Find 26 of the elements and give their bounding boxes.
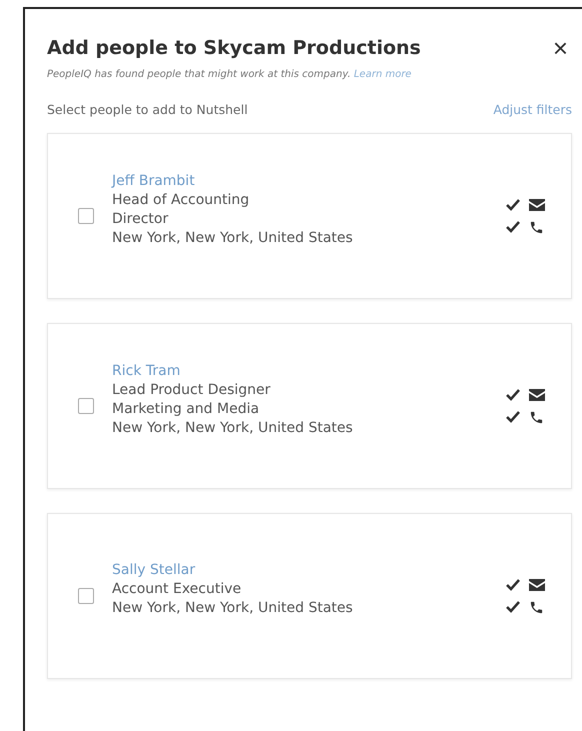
adjust-filters-link[interactable]: Adjust filters: [493, 102, 572, 117]
phone-icon: [529, 220, 544, 234]
person-name-link[interactable]: Rick Tram: [112, 362, 487, 378]
person-detail: New York, New York, United States: [112, 600, 354, 616]
envelope-icon: [529, 578, 545, 591]
person-detail: Account Executive: [112, 581, 242, 597]
person-detail: Head of Accounting: [112, 192, 250, 208]
phone-icon: [529, 600, 544, 614]
checkbox[interactable]: [78, 398, 94, 414]
person-detail: New York, New York, United States: [112, 230, 354, 246]
checkbox[interactable]: [78, 208, 94, 224]
envelope-icon: [529, 198, 545, 211]
notice-text: PeopleIQ has found people that might work at this company. Learn more: [47, 69, 412, 80]
checkbox[interactable]: [78, 588, 94, 604]
phone-icon: [529, 410, 544, 424]
person-detail: Lead Product Designer: [112, 382, 272, 398]
person-name-link[interactable]: Jeff Brambit: [112, 172, 487, 188]
envelope-icon: [529, 388, 545, 401]
person-name-link[interactable]: Sally Stellar: [112, 562, 487, 578]
person-detail: Director: [112, 210, 170, 226]
person-detail: New York, New York, United States: [112, 420, 354, 436]
close-button[interactable]: ×: [548, 35, 572, 61]
dialog-title: Add people to Skycam Productions: [47, 37, 421, 59]
person-detail: Marketing and Media: [112, 400, 260, 416]
learn-more-link[interactable]: Learn more: [354, 69, 412, 80]
prompt-text: Select people to add to Nutshell: [47, 102, 248, 117]
